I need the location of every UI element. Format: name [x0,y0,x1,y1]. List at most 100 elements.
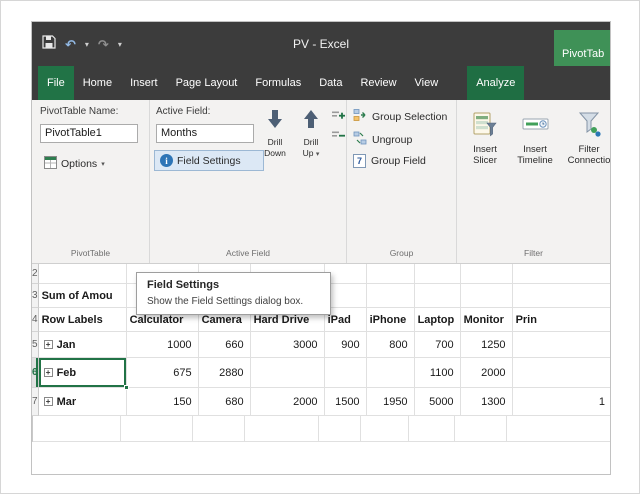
cell[interactable] [367,284,415,308]
cell[interactable] [513,332,611,358]
cell[interactable]: 680 [199,388,251,416]
tab-data[interactable]: Data [310,66,351,100]
cell[interactable] [361,416,409,442]
tab-home[interactable]: Home [74,66,121,100]
pivottable-tools-contextual-label: PivotTab [554,30,611,66]
cell[interactable]: 5000 [415,388,461,416]
drill-up-button[interactable]: Drill Up ▾ [294,108,328,160]
pivottable-options-icon [44,156,57,172]
cell[interactable] [415,284,461,308]
cell[interactable]: 1 [513,388,611,416]
cell[interactable] [121,416,193,442]
drill-down-button[interactable]: Drill Down [258,108,292,159]
cell[interactable]: 800 [367,332,415,358]
insert-timeline-label-1: Insert [523,144,547,155]
ungroup-icon [353,131,367,148]
collapse-field-button[interactable] [331,128,346,143]
expand-icon[interactable]: + [44,340,53,349]
cell[interactable] [325,358,367,388]
insert-slicer-label-1: Insert [473,144,497,155]
cell[interactable]: 1500 [325,388,367,416]
cell[interactable]: 1100 [415,358,461,388]
filter-connections-button[interactable]: Filter Connectio [563,110,611,166]
cell[interactable] [513,264,611,284]
column-header-monitor[interactable]: Monitor [461,308,513,332]
insert-slicer-button[interactable]: Insert Slicer [463,110,507,166]
cell[interactable]: 2880 [199,358,251,388]
ribbon-tab-strip: File Home Insert Page Layout Formulas Da… [32,66,610,100]
collapse-field-icon [332,129,345,142]
cell[interactable]: 1250 [461,332,513,358]
column-header-iphone[interactable]: iPhone [367,308,415,332]
cell[interactable]: 3000 [251,332,325,358]
tab-page-layout[interactable]: Page Layout [167,66,247,100]
cell[interactable] [507,416,611,442]
expand-icon[interactable]: + [44,368,53,377]
cell[interactable] [455,416,507,442]
expand-field-button[interactable] [331,108,346,123]
cell[interactable]: 1000 [127,332,199,358]
tab-formulas[interactable]: Formulas [246,66,310,100]
tab-file[interactable]: File [38,66,74,100]
cell[interactable]: 660 [199,332,251,358]
cell[interactable] [367,358,415,388]
cell[interactable] [251,358,325,388]
expand-field-icon [332,109,345,122]
cell[interactable] [245,416,319,442]
column-header-laptop[interactable]: Laptop [415,308,461,332]
fill-handle[interactable] [124,385,129,390]
cell[interactable] [409,416,455,442]
cell[interactable]: 1950 [367,388,415,416]
sheet-row-6: 6 +Feb 675 2880 1100 2000 [32,358,611,388]
tab-insert[interactable]: Insert [121,66,167,100]
cell[interactable]: 2000 [251,388,325,416]
cell[interactable] [461,284,513,308]
cell[interactable]: 2000 [461,358,513,388]
sheet-row-8 [32,416,611,442]
cell[interactable] [33,416,121,442]
sum-of-amount-cell[interactable]: Sum of Amou [39,284,127,308]
active-field-label: Active Field: [156,106,210,117]
cell[interactable] [39,264,127,284]
filter-connections-icon [577,110,601,140]
row-labels-header-cell[interactable]: Row Labels [39,308,127,332]
ungroup-button[interactable]: Ungroup [353,131,412,148]
cell[interactable] [513,284,611,308]
filter-connections-label-1: Filter [578,144,599,155]
cell[interactable] [415,264,461,284]
cell[interactable] [367,264,415,284]
ribbon-group-filter: Insert Slicer Insert Timeline [457,100,610,263]
options-button[interactable]: Options ▾ [38,152,111,176]
cell[interactable] [193,416,245,442]
group-selection-button[interactable]: Group Selection [353,108,447,125]
filter-connections-label-2: Connectio [568,155,611,166]
cell[interactable]: 900 [325,332,367,358]
tab-analyze[interactable]: Analyze [467,66,524,100]
cell[interactable] [461,264,513,284]
tab-view[interactable]: View [406,66,448,100]
row-label-mar[interactable]: +Mar [39,388,127,416]
chevron-down-icon: ▾ [101,160,105,168]
expand-icon[interactable]: + [44,397,53,406]
active-field-input[interactable]: Months [156,124,254,143]
tab-review[interactable]: Review [351,66,405,100]
row-label-jan[interactable]: +Jan [39,332,127,358]
group-footer-filter: Filter [457,248,610,258]
active-cell-feb[interactable]: +Feb [39,358,127,388]
group-field-button[interactable]: 7 Group Field [353,154,426,168]
group-selection-icon [353,108,367,125]
pivottable-name-input[interactable]: PivotTable1 [40,124,138,143]
timeline-icon [522,110,549,140]
column-header-printer[interactable]: Prin [513,308,611,332]
ribbon: PivotTable Name: PivotTable1 Options ▾ [32,100,610,264]
cell[interactable] [513,358,611,388]
cell[interactable] [319,416,361,442]
cell[interactable]: 700 [415,332,461,358]
insert-timeline-button[interactable]: Insert Timeline [510,110,560,166]
cell[interactable]: 1300 [461,388,513,416]
options-button-label: Options [61,158,97,170]
drill-up-arrow-icon [303,108,319,133]
cell[interactable]: 150 [127,388,199,416]
cell[interactable]: 675 [127,358,199,388]
field-settings-button[interactable]: i Field Settings [154,150,264,171]
